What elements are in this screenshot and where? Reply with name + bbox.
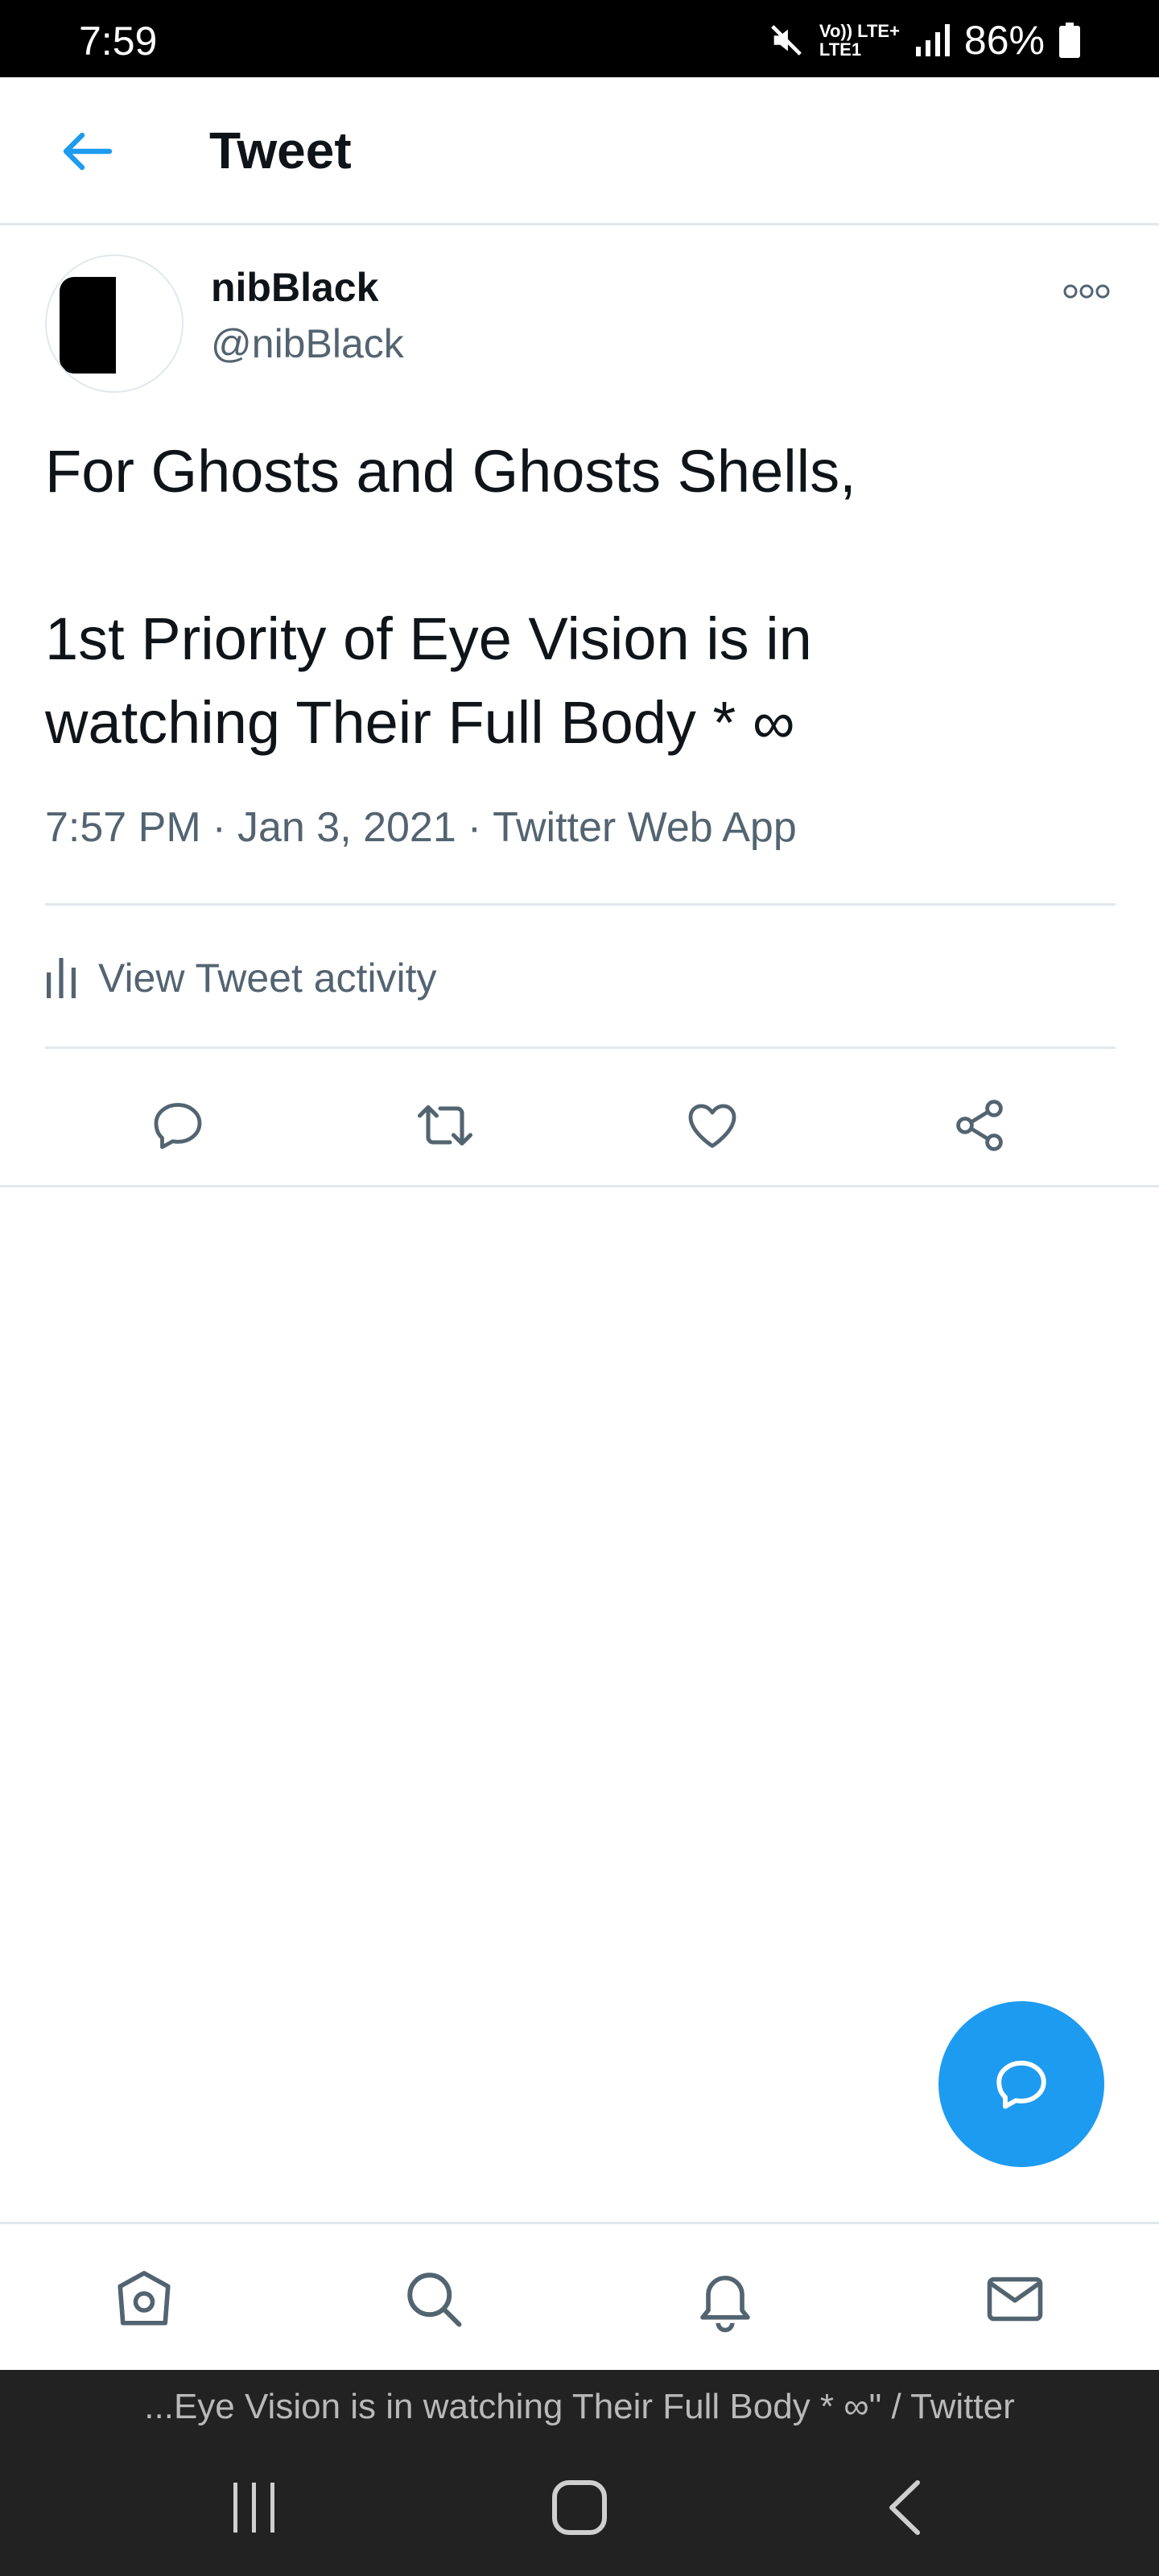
meta-separator: · (467, 804, 482, 851)
status-time: 7:59 (79, 19, 158, 64)
back-system-button[interactable] (856, 2471, 953, 2544)
tweet-text-line: 1st Priority of Eye Vision is in (45, 605, 812, 672)
nav-notifications-button[interactable] (681, 2255, 769, 2343)
chevron-left-icon (889, 2480, 920, 2535)
meta-separator: · (212, 804, 226, 851)
network-type-bottom: LTE1 (819, 39, 862, 60)
tweet-text-line: For Ghosts and Ghosts Shells, (45, 438, 856, 505)
tweet-text: For Ghosts and Ghosts Shells, 1st Priori… (45, 430, 1124, 765)
system-navigation-bar (0, 2444, 1159, 2576)
nav-search-button[interactable] (390, 2255, 478, 2343)
retweet-button[interactable] (401, 1085, 489, 1166)
status-bar: 7:59 Vo)) LTE+ LTE1 86% (0, 0, 1159, 77)
tweet-actions (0, 1063, 1159, 1183)
recent-apps-button[interactable] (206, 2471, 303, 2544)
mute-icon (768, 22, 805, 59)
view-tweet-activity-button[interactable]: View Tweet activity (45, 934, 437, 1022)
compose-reply-button[interactable] (938, 2001, 1104, 2167)
network-type: Vo)) LTE+ LTE1 (819, 22, 900, 59)
like-button[interactable] (668, 1085, 757, 1166)
avatar[interactable] (45, 254, 184, 393)
more-options-button[interactable] (1046, 274, 1127, 309)
home-system-button[interactable] (531, 2471, 628, 2544)
share-icon (956, 1100, 1003, 1151)
browser-page-title: ...Eye Vision is in watching Their Full … (0, 2370, 1159, 2444)
divider (45, 903, 1116, 906)
nav-messages-button[interactable] (971, 2255, 1059, 2343)
tweet-date: Jan 3, 2021 (237, 804, 456, 851)
author-name[interactable]: nibBlack (211, 266, 378, 310)
signal-icon (914, 24, 950, 56)
divider (0, 1185, 1159, 1187)
tweet-time: 7:57 PM (45, 804, 201, 851)
tweet-source[interactable]: Twitter Web App (493, 804, 797, 851)
avatar-image (60, 277, 116, 374)
author-handle[interactable]: @nibBlack (211, 322, 404, 366)
tweet-text-line: watching Their Full Body * ∞ (45, 689, 795, 756)
analytics-icon (47, 958, 76, 998)
nav-home-button[interactable] (100, 2255, 188, 2343)
reply-button[interactable] (134, 1085, 222, 1166)
home-icon (118, 2271, 171, 2326)
battery-icon (1059, 23, 1080, 58)
divider (45, 1046, 1116, 1049)
back-button[interactable] (47, 119, 127, 184)
page-title: Tweet (209, 122, 352, 180)
tweet-text-spacer (45, 514, 1124, 597)
network-type-top: Vo)) LTE+ (819, 20, 900, 41)
battery-percent: 86% (963, 18, 1045, 63)
home-square-icon (552, 2480, 607, 2535)
arrow-left-icon (63, 132, 113, 171)
retweet-icon (417, 1104, 473, 1146)
search-icon (407, 2273, 462, 2327)
more-icon (1063, 284, 1110, 299)
bottom-navigation (0, 2222, 1159, 2370)
tweet-meta: 7:57 PM · Jan 3, 2021 · Twitter Web App (45, 804, 797, 851)
like-icon (688, 1104, 736, 1148)
reply-icon (154, 1103, 202, 1150)
app-header: Tweet (0, 77, 1159, 225)
notifications-icon (700, 2275, 750, 2333)
reply-icon (996, 2060, 1046, 2109)
messages-icon (987, 2277, 1043, 2322)
recent-apps-icon (233, 2483, 274, 2533)
status-indicators: Vo)) LTE+ LTE1 86% (768, 18, 1080, 63)
share-button[interactable] (935, 1085, 1024, 1166)
activity-label: View Tweet activity (98, 956, 437, 1001)
